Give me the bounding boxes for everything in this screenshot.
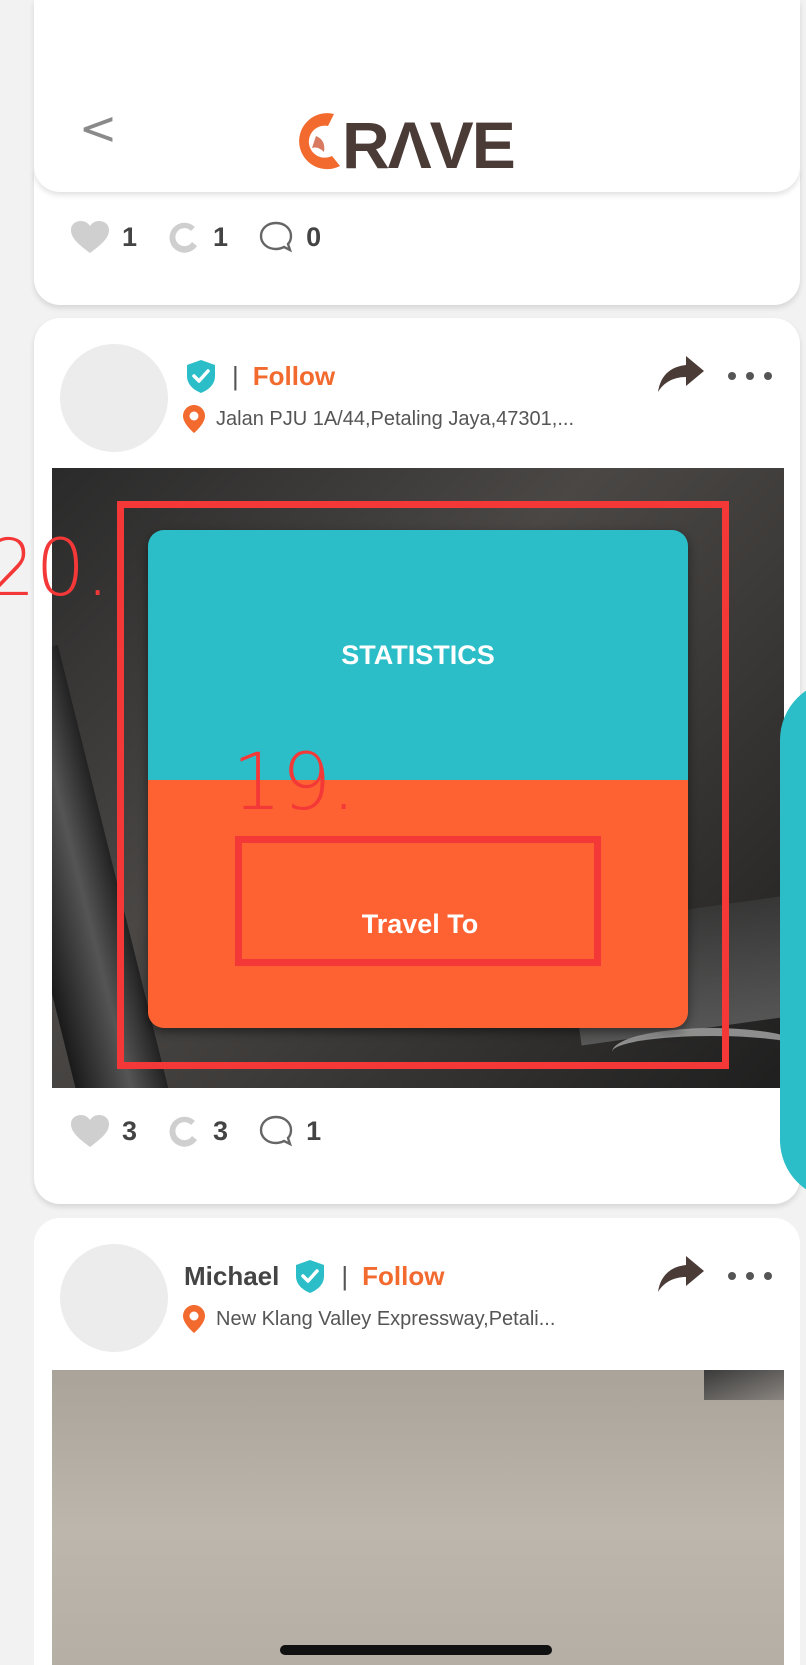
follow-button[interactable]: Follow — [253, 361, 335, 392]
back-button[interactable]: < — [78, 104, 118, 152]
heart-icon — [71, 1115, 109, 1147]
share-icon[interactable] — [656, 354, 706, 394]
like-stat[interactable]: 1 — [70, 220, 137, 254]
crave-count: 1 — [213, 221, 229, 252]
comment-stat[interactable]: 0 — [258, 220, 321, 254]
post-photo[interactable] — [52, 1370, 784, 1665]
username[interactable]: Michael — [184, 1261, 279, 1292]
crave-icon — [169, 1116, 198, 1147]
location-pin-icon — [183, 405, 205, 433]
comment-stat[interactable]: 1 — [258, 1114, 321, 1148]
annotation-box-19 — [235, 836, 601, 966]
verified-icon — [296, 1260, 325, 1293]
share-icon[interactable] — [656, 1254, 706, 1294]
heart-icon — [71, 221, 109, 253]
avatar[interactable] — [60, 344, 168, 452]
avatar[interactable] — [60, 1244, 168, 1352]
follow-button[interactable]: Follow — [362, 1261, 444, 1292]
comment-icon — [259, 221, 293, 253]
post-header-line: Michael | Follow — [184, 1258, 444, 1294]
annotation-box-20 — [117, 501, 729, 1069]
home-indicator — [280, 1645, 552, 1655]
comment-count: 0 — [306, 221, 322, 252]
app-screen: < RΛVE 1 1 0 | Follow Jalan PJU 1A/44,Pe… — [0, 0, 806, 1665]
like-count: 3 — [122, 1115, 138, 1146]
comment-icon — [259, 1115, 293, 1147]
location-line[interactable]: New Klang Valley Expressway,Petali... — [182, 1304, 555, 1334]
side-decoration — [780, 680, 806, 1200]
more-options-icon[interactable] — [728, 366, 772, 386]
more-options-icon[interactable] — [728, 1266, 772, 1286]
annotation-label-20: 20. — [0, 524, 111, 614]
like-stat[interactable]: 3 — [70, 1114, 137, 1148]
app-header: < RΛVE — [34, 0, 800, 192]
comment-count: 1 — [306, 1115, 322, 1146]
location-text: Jalan PJU 1A/44,Petaling Jaya,47301,... — [216, 407, 575, 430]
post-stats-row: 1 1 0 — [70, 220, 351, 254]
svg-text:RΛVE: RΛVE — [342, 108, 514, 178]
crave-icon — [169, 222, 198, 253]
post-card-next: Michael | Follow New Klang Valley Expres… — [34, 1218, 800, 1665]
verified-icon — [187, 360, 215, 393]
crave-logo: RΛVE — [299, 108, 516, 178]
crave-stat[interactable]: 3 — [167, 1114, 228, 1148]
location-pin-icon — [183, 1305, 205, 1333]
like-count: 1 — [122, 221, 138, 252]
post-stats-row: 3 3 1 — [70, 1114, 351, 1148]
location-line[interactable]: Jalan PJU 1A/44,Petaling Jaya,47301,... — [182, 404, 574, 434]
crave-stat[interactable]: 1 — [167, 220, 228, 254]
annotation-label-19: 19. — [232, 738, 357, 828]
location-text: New Klang Valley Expressway,Petali... — [216, 1307, 556, 1330]
separator: | — [232, 360, 239, 391]
post-header-line: | Follow — [184, 358, 335, 394]
separator: | — [341, 1260, 349, 1291]
crave-count: 3 — [213, 1115, 229, 1146]
